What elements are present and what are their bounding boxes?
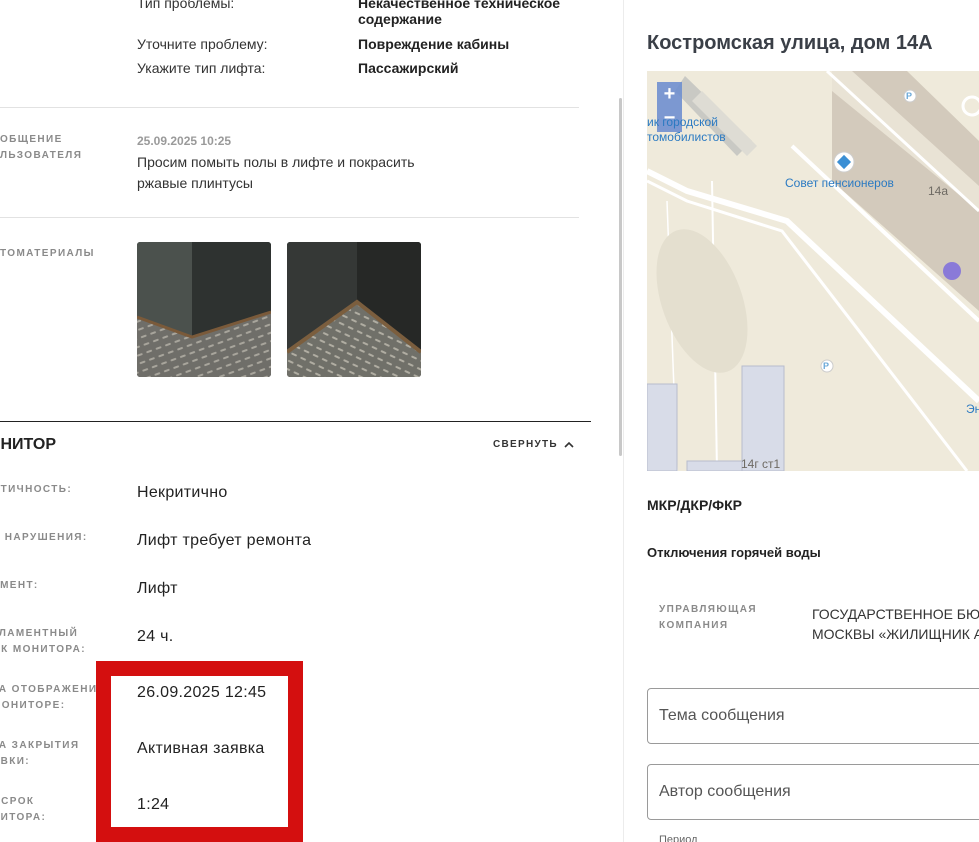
zoom-in-button[interactable]: +	[657, 82, 682, 107]
subject-placeholder: Тема сообщения	[659, 707, 785, 724]
map-house-number: 14г ст1	[741, 457, 781, 471]
photo-thumbnail[interactable]	[287, 242, 421, 377]
scrollbar[interactable]	[619, 98, 622, 456]
program-label: МКР/ДКР/ФКР	[647, 497, 743, 513]
chevron-up-icon	[564, 441, 574, 448]
monitor-row-label: ТА ЗАКРЫТИЯ ЯВКИ:	[0, 738, 79, 770]
monitor-row-label: ГЛАМЕНТНЫЙ ОК МОНИТОРА:	[0, 626, 86, 658]
management-company-value: ГОСУДАРСТВЕННОЕ БЮДЖ МОСКВЫ «ЖИЛИЩНИК АЛ	[812, 604, 979, 644]
lift-type-value: Пассажирский	[358, 60, 459, 76]
map-house-number: 14а	[928, 184, 949, 198]
map-edge-label: Эн	[966, 402, 979, 416]
problem-type-value: Некачественное техническое содержание	[358, 0, 561, 27]
monitor-section-title: ОНИТОР	[0, 436, 56, 453]
uk-label-line-2: КОМПАНИЯ	[659, 620, 729, 631]
criticality-value: Некритично	[137, 484, 228, 501]
author-placeholder: Автор сообщения	[659, 783, 791, 800]
label-line-2: ОК МОНИТОРА:	[0, 644, 86, 655]
poi-line-2: томобилистов	[647, 130, 726, 144]
period-label: Период	[659, 834, 698, 842]
monitor-row-label: П НАРУШЕНИЯ:	[0, 530, 88, 546]
label-line-1: ИТИЧНОСТЬ:	[0, 484, 73, 495]
request-details-panel: Тип проблемы: Некачественное техническое…	[0, 0, 622, 842]
monitor-row-label: ОСРОК НИТОРА:	[0, 794, 46, 826]
violation-type-value: Лифт требует ремонта	[137, 532, 312, 549]
parking-icon: P	[906, 91, 913, 101]
photo-thumbnail[interactable]	[137, 242, 271, 377]
user-message-label-line1: ОБЩЕНИЕ	[0, 134, 63, 145]
address-title: Костромская улица, дом 14А	[647, 32, 933, 54]
divider	[0, 217, 579, 218]
highlight-annotation-box	[96, 661, 303, 842]
monitor-row-label: ТА ОТОБРАЖЕНИ МОНИТОРЕ:	[0, 682, 97, 714]
label-line-2: ЯВКИ:	[0, 756, 31, 767]
uk-value-line-1: ГОСУДАРСТВЕННОЕ БЮДЖ	[812, 606, 979, 622]
message-text: Просим помыть полы в лифте и покрасить р…	[137, 154, 415, 191]
regulated-term-value: 24 ч.	[137, 628, 174, 645]
map-poi-label[interactable]: Совет пенсионеров	[785, 176, 894, 190]
label-line-1: ОСРОК	[0, 796, 35, 807]
panel-divider	[623, 0, 624, 842]
problem-type-label: Тип проблемы:	[137, 0, 235, 11]
monitor-row-label: ИТИЧНОСТЬ:	[0, 482, 72, 498]
label-line-1: ТА ЗАКРЫТИЯ	[0, 740, 80, 751]
label-line-1: ЕМЕНТ:	[0, 580, 39, 591]
message-date: 25.09.2025 10:25	[137, 134, 232, 148]
label-line-2: НИТОРА:	[0, 812, 47, 823]
user-message-label: ОБЩЕНИЕ ЛЬЗОВАТЕЛЯ	[0, 132, 82, 164]
collapse-label: СВЕРНУТЬ	[493, 439, 558, 450]
user-message-label-line2: ЛЬЗОВАТЕЛЯ	[0, 150, 83, 161]
map[interactable]: + − ик городской томобилистов Совет пенс…	[647, 71, 979, 471]
collapse-button[interactable]: СВЕРНУТЬ	[493, 439, 574, 450]
label-line-1: ТА ОТОБРАЖЕНИ	[0, 684, 98, 695]
message-subject-input[interactable]: Тема сообщения	[647, 688, 979, 744]
problem-specify-label: Уточните проблему:	[137, 36, 268, 52]
management-company-label: УПРАВЛЯЮЩАЯ КОМПАНИЯ	[659, 602, 757, 634]
uk-value-line-2: МОСКВЫ «ЖИЛИЩНИК АЛ	[812, 626, 979, 642]
label-line-1: П НАРУШЕНИЯ:	[0, 532, 88, 543]
poi-line-1: ик городской	[647, 115, 718, 129]
message-author-input[interactable]: Автор сообщения	[647, 764, 979, 820]
photos-label: ТОМАТЕРИАЛЫ	[0, 248, 95, 259]
monitor-row-label: ЕМЕНТ:	[0, 578, 39, 594]
problem-specify-value: Повреждение кабины	[358, 36, 510, 52]
divider	[0, 107, 579, 108]
hot-water-outage-label: Отключения горячей воды	[647, 545, 821, 560]
label-line-1: ГЛАМЕНТНЫЙ	[0, 628, 79, 639]
monitor-divider	[0, 421, 591, 422]
element-value: Лифт	[137, 580, 178, 597]
lift-type-label: Укажите тип лифта:	[137, 60, 266, 76]
uk-label-line-1: УПРАВЛЯЮЩАЯ	[659, 604, 757, 615]
parking-icon: P	[823, 361, 830, 371]
map-poi-label[interactable]: ик городской томобилистов	[647, 115, 726, 145]
label-line-2: МОНИТОРЕ:	[0, 700, 66, 711]
